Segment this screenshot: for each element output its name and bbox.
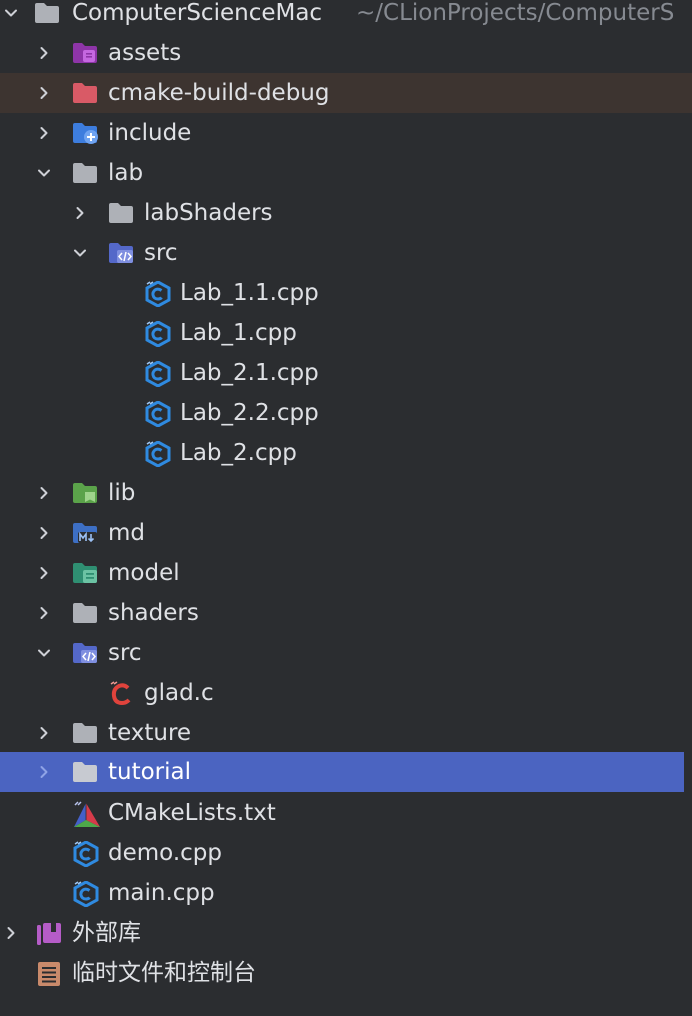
cpp-file-icon <box>144 440 171 468</box>
tree-row-lab-2-2-cpp[interactable]: Lab_2.2.cpp <box>0 393 692 433</box>
cpp-file-icon <box>144 280 171 308</box>
chevron-down-icon[interactable] <box>0 0 22 33</box>
tree-row-glad-c[interactable]: glad.c <box>0 673 692 713</box>
chevron-right-icon[interactable] <box>33 33 55 73</box>
tree-item-label: tutorial <box>108 759 192 785</box>
tree-row-src[interactable]: src <box>0 633 692 673</box>
cpp-file-icon <box>72 880 99 908</box>
chevron-right-icon[interactable] <box>33 593 55 633</box>
tree-row-labshaders[interactable]: labShaders <box>0 193 692 233</box>
chevron-right-icon[interactable] <box>33 553 55 593</box>
tree-row-lab-1-1-cpp[interactable]: Lab_1.1.cpp <box>0 273 692 313</box>
tree-row-lib[interactable]: lib <box>0 473 692 513</box>
assets-folder-icon <box>72 41 98 65</box>
tree-item-label: cmake-build-debug <box>108 80 330 106</box>
chevron-down-icon[interactable] <box>33 153 55 193</box>
tree-item-label: glad.c <box>144 680 214 706</box>
folder-icon <box>72 601 98 625</box>
source-folder-icon <box>108 241 134 265</box>
folder-icon <box>108 201 134 225</box>
project-name: ComputerScienceMac <box>72 0 323 26</box>
tree-item-label: main.cpp <box>108 880 215 906</box>
tree-item-label: src <box>144 240 178 266</box>
tree-item-label: labShaders <box>144 200 273 226</box>
markdown-folder-icon <box>72 521 98 545</box>
tree-item-label: shaders <box>108 600 199 626</box>
cmake-icon <box>72 801 100 827</box>
tree-item-label: demo.cpp <box>108 840 222 866</box>
chevron-right-icon[interactable] <box>0 913 22 953</box>
excluded-folder-icon <box>72 81 98 105</box>
tree-row-cmake-build-debug[interactable]: cmake-build-debug <box>0 73 692 113</box>
project-path: ~/CLionProjects/ComputerS <box>356 0 675 26</box>
tree-row-lab[interactable]: lab <box>0 153 692 193</box>
tree-item-label: md <box>108 520 146 546</box>
cpp-file-icon <box>72 840 99 868</box>
tree-row-scratches-consoles[interactable]: 临时文件和控制台 <box>0 953 692 993</box>
tree-item-label: Lab_2.cpp <box>180 440 297 466</box>
tree-row-lab-2-cpp[interactable]: Lab_2.cpp <box>0 433 692 473</box>
external-libraries-icon <box>36 921 62 945</box>
project-tree: ComputerScienceMac ~/CLionProjects/Compu… <box>0 0 692 1016</box>
folder-icon <box>72 760 98 784</box>
library-folder-icon <box>72 481 98 505</box>
tree-row-tutorial[interactable]: tutorial <box>0 752 684 792</box>
cpp-file-icon <box>144 360 171 388</box>
include-folder-icon <box>72 121 98 145</box>
tree-item-label: Lab_1.cpp <box>180 320 297 346</box>
chevron-right-icon[interactable] <box>33 513 55 553</box>
folder-icon <box>72 161 98 185</box>
chevron-right-icon[interactable] <box>33 713 55 753</box>
chevron-right-icon[interactable] <box>33 73 55 113</box>
chevron-down-icon[interactable] <box>69 233 91 273</box>
tree-row-md[interactable]: md <box>0 513 692 553</box>
folder-icon <box>34 1 60 25</box>
tree-row-lab-1-cpp[interactable]: Lab_1.cpp <box>0 313 692 353</box>
tree-row-cmakelists[interactable]: CMakeLists.txt <box>0 793 692 833</box>
chevron-down-icon[interactable] <box>33 633 55 673</box>
tree-row-demo-cpp[interactable]: demo.cpp <box>0 833 692 873</box>
tree-row-model[interactable]: model <box>0 553 692 593</box>
chevron-right-icon[interactable] <box>33 113 55 153</box>
tree-row-external-libraries[interactable]: 外部库 <box>0 913 692 953</box>
scratches-icon <box>36 961 62 986</box>
source-folder-icon <box>72 641 98 665</box>
tree-item-label: texture <box>108 720 192 746</box>
resource-folder-icon <box>72 561 98 585</box>
tree-item-label: assets <box>108 40 182 66</box>
chevron-right-icon[interactable] <box>69 193 91 233</box>
tree-row-assets[interactable]: assets <box>0 33 692 73</box>
tree-item-label: 外部库 <box>72 920 141 946</box>
tree-item-label: model <box>108 560 180 586</box>
tree-row-include[interactable]: include <box>0 113 692 153</box>
tree-row-lab-src[interactable]: src <box>0 233 692 273</box>
cpp-file-icon <box>144 400 171 428</box>
c-file-icon <box>108 681 134 706</box>
tree-row-shaders[interactable]: shaders <box>0 593 692 633</box>
tree-row-texture[interactable]: texture <box>0 713 692 753</box>
chevron-right-icon[interactable] <box>33 752 55 792</box>
tree-item-label: Lab_2.2.cpp <box>180 400 319 426</box>
tree-item-label: Lab_1.1.cpp <box>180 280 319 306</box>
tree-row-project-root[interactable]: ComputerScienceMac ~/CLionProjects/Compu… <box>0 0 692 33</box>
tree-row-main-cpp[interactable]: main.cpp <box>0 873 692 913</box>
tree-item-label: lab <box>108 160 144 186</box>
tree-item-label: 临时文件和控制台 <box>72 960 256 986</box>
tree-item-label: src <box>108 640 142 666</box>
tree-item-label: Lab_2.1.cpp <box>180 360 319 386</box>
tree-row-lab-2-1-cpp[interactable]: Lab_2.1.cpp <box>0 353 692 393</box>
tree-item-label: CMakeLists.txt <box>108 800 276 826</box>
folder-icon <box>72 721 98 745</box>
chevron-right-icon[interactable] <box>33 473 55 513</box>
tree-item-label: include <box>108 120 192 146</box>
cpp-file-icon <box>144 320 171 348</box>
tree-item-label: lib <box>108 480 136 506</box>
